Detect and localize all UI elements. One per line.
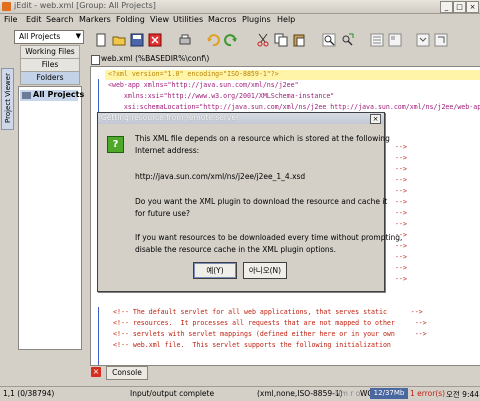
comment-line: <!-- resources. It processes all request… — [113, 319, 427, 327]
console-dock-bar: × Console — [90, 366, 480, 380]
comment-end: --> — [395, 253, 407, 261]
find-icon[interactable] — [322, 33, 336, 47]
resource-url: http://java.sun.com/xml/ns/j2ee/j2ee_1_4… — [135, 172, 306, 181]
error-count[interactable]: 1 error(s) — [410, 389, 445, 398]
code-line: xmlns:xsi="http://www.w3.org/2001/XMLSch… — [108, 92, 335, 100]
yes-button[interactable]: 예(Y) — [193, 262, 237, 279]
tree-item-all-projects[interactable]: All Projects — [20, 90, 84, 101]
minimize-button[interactable]: _ — [440, 1, 453, 13]
code-line: <web-app xmlns="http://java.sun.com/xml/… — [108, 81, 299, 89]
menu-bar: File Edit Search Markers Folding View Ut… — [0, 14, 480, 27]
plugin-manager-icon[interactable] — [416, 33, 430, 47]
dialog-message-line: This XML file depends on a resource whic… — [135, 134, 390, 143]
memory-status[interactable]: 12/37Mb — [370, 388, 408, 399]
buffer-switcher[interactable]: web.xml (%BASEDIR%\conf\) — [90, 53, 480, 65]
dialog-message-line: Do you want the XML plugin to download t… — [135, 197, 388, 206]
comment-end: --> — [395, 275, 407, 283]
comment-end: --> — [395, 264, 407, 272]
menu-help[interactable]: Help — [277, 15, 295, 24]
comment-end: --> — [395, 143, 407, 151]
open-file-icon[interactable] — [112, 33, 126, 47]
close-dock-icon[interactable]: × — [91, 367, 101, 377]
code-line: xsi:schemaLocation="http://java.sun.com/… — [108, 103, 480, 111]
title-bar: jEdit - web.xml [Group: All Projects] _ … — [0, 0, 480, 14]
buffer-flags[interactable]: Nm r o — [335, 389, 360, 398]
save-file-icon[interactable] — [130, 33, 144, 47]
dialog-message-line: disable the resource cache in the XML pl… — [135, 245, 336, 254]
file-icon — [91, 55, 100, 65]
comment-line: <!-- servlets with servlet mappings (def… — [113, 330, 427, 338]
close-window-button[interactable]: × — [466, 1, 479, 13]
status-message: Input/output complete — [130, 389, 215, 398]
new-file-icon[interactable] — [94, 33, 108, 47]
no-button[interactable]: 아니오(N) — [243, 262, 287, 279]
dialog-close-icon[interactable]: × — [370, 114, 381, 124]
main-toolbar — [90, 28, 480, 52]
dialog-title-bar: Getting resource from remote server × — [98, 113, 384, 124]
dialog-message-line: for future use? — [135, 209, 190, 218]
project-selector[interactable]: All Projects ▼ — [14, 30, 84, 44]
tree-item-label: All Projects — [33, 90, 85, 99]
buffer-options-icon[interactable] — [388, 33, 402, 47]
comment-end: --> — [395, 176, 407, 184]
menu-markers[interactable]: Markers — [79, 15, 111, 24]
buffer-mode[interactable]: (xml,none,ISO-8859-1) — [257, 389, 343, 398]
chevron-down-icon: ▼ — [75, 32, 81, 40]
clock: 오전 9:44 — [446, 390, 480, 399]
project-viewer-tab-label: Project Viewer — [4, 73, 12, 123]
maximize-button[interactable]: □ — [453, 1, 466, 13]
expand-icon[interactable] — [434, 33, 448, 47]
undo-icon[interactable] — [206, 33, 220, 47]
fold-bracket — [98, 307, 103, 365]
find-next-icon[interactable] — [340, 33, 354, 47]
dialog-message-line: If you want resources to be downloaded e… — [135, 233, 403, 242]
comment-end: --> — [395, 165, 407, 173]
comment-end: --> — [395, 220, 407, 228]
status-bar: 1,1 (0/38794) Input/output complete (xml… — [0, 386, 480, 401]
remote-resource-dialog: Getting resource from remote server × ? … — [97, 112, 402, 292]
close-file-icon[interactable] — [148, 33, 162, 47]
tab-working-files[interactable]: Working Files — [20, 45, 80, 59]
tab-files[interactable]: Files — [20, 58, 80, 72]
menu-view[interactable]: View — [150, 15, 169, 24]
redo-icon[interactable] — [224, 33, 238, 47]
project-tree: All Projects — [18, 86, 84, 350]
comment-end: --> — [395, 187, 407, 195]
caret-position[interactable]: 1,1 (0/38794) — [3, 389, 54, 398]
dialog-title: Getting resource from remote server — [101, 113, 240, 122]
paste-icon[interactable] — [292, 33, 306, 47]
menu-file[interactable]: File — [4, 15, 17, 24]
tab-folders[interactable]: Folders — [20, 71, 80, 85]
menu-search[interactable]: Search — [46, 15, 73, 24]
menu-plugins[interactable]: Plugins — [242, 15, 271, 24]
comment-line: <!-- The default servlet for all web app… — [113, 308, 423, 316]
question-icon: ? — [107, 136, 124, 153]
project-viewer-dock-tab[interactable]: Project Viewer — [1, 68, 14, 130]
copy-icon[interactable] — [274, 33, 288, 47]
menu-macros[interactable]: Macros — [208, 15, 236, 24]
buffer-name: web.xml (%BASEDIR%\conf\) — [101, 54, 210, 63]
comment-end: --> — [395, 198, 407, 206]
window-title: jEdit - web.xml [Group: All Projects] — [14, 1, 156, 10]
menu-utilities[interactable]: Utilities — [173, 15, 203, 24]
menu-folding[interactable]: Folding — [116, 15, 145, 24]
menu-edit[interactable]: Edit — [26, 15, 42, 24]
code-line: <?xml version="1.0" encoding="ISO-8859-1… — [108, 70, 279, 78]
project-group-icon — [22, 92, 31, 99]
global-options-icon[interactable] — [370, 33, 384, 47]
console-toggle-button[interactable]: Console — [106, 366, 148, 380]
jedit-app-icon — [2, 2, 11, 11]
comment-end: --> — [395, 242, 407, 250]
comment-end: --> — [395, 209, 407, 217]
comment-line: <!-- web.xml file. This servlet supports… — [113, 341, 391, 349]
project-selector-value: All Projects — [19, 32, 61, 41]
comment-end: --> — [395, 154, 407, 162]
dialog-message-line: Internet address: — [135, 146, 200, 155]
print-icon[interactable] — [178, 33, 192, 47]
cut-icon[interactable] — [256, 33, 270, 47]
